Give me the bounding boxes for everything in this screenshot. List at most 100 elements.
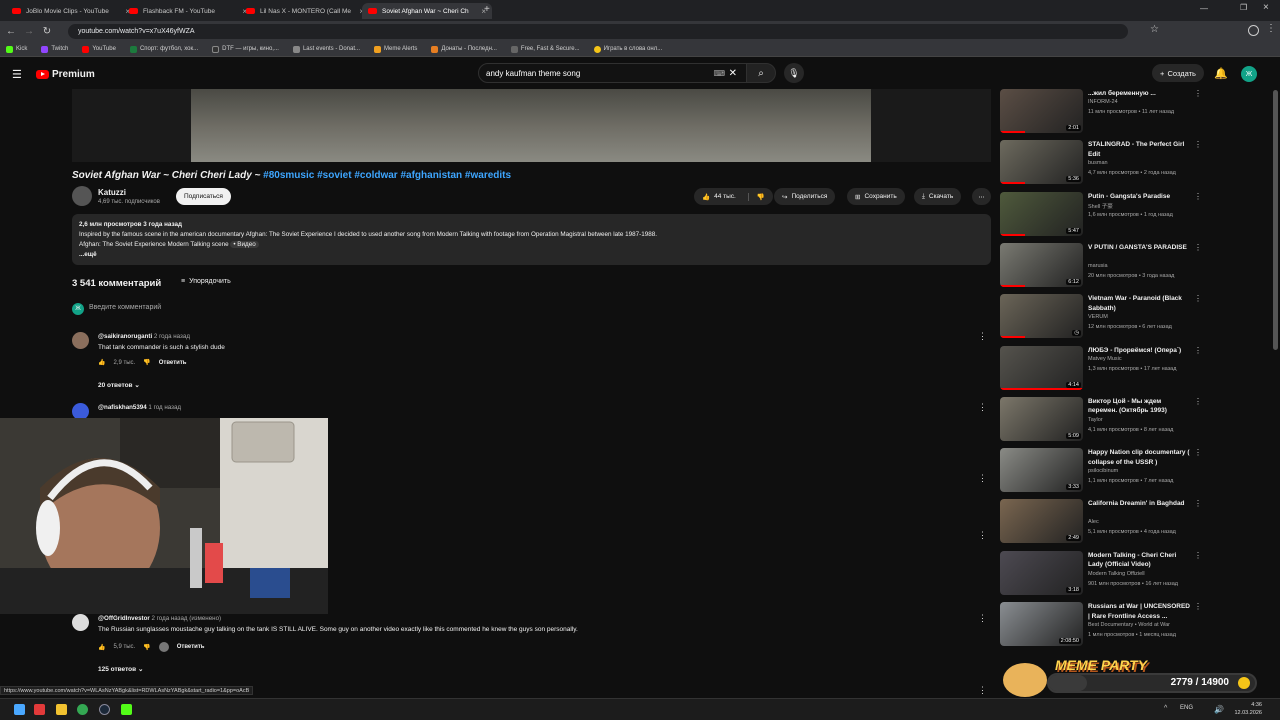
dislike-icon[interactable]: 👎 [143,359,150,366]
related-video-title[interactable]: ЛЮБЭ - Прорвёмся! (Опера`) [1088,346,1192,356]
related-video-item[interactable]: 2:49 California Dreamin' in Baghdad Alec 5,… [1000,499,1202,544]
show-replies-button[interactable]: 20 ответов ⌄ [98,381,140,389]
related-video-title[interactable]: STALINGRAD - The Perfect Girl Edit [1088,140,1192,159]
comment-menu-icon[interactable]: ⋮ [978,402,987,413]
show-replies-button[interactable]: 125 ответов ⌄ [98,665,143,673]
comment-menu-icon[interactable]: ⋮ [978,473,987,484]
file-explorer-icon[interactable] [56,704,67,715]
volume-icon[interactable]: 🔊 [1214,705,1224,714]
bookmark[interactable]: Спорт: футбол, хок... [129,45,198,53]
sort-comments-button[interactable]: ≡ Упорядочить [181,278,231,285]
subscribe-button[interactable]: Подписаться [176,188,231,205]
bookmark[interactable]: Играть в слова онл... [593,45,662,53]
back-icon[interactable]: ← [4,25,18,39]
video-thumbnail[interactable]: 3:18 [1000,550,1083,595]
new-tab-icon[interactable]: + [484,4,490,15]
steam-icon[interactable] [99,704,110,715]
create-button[interactable]: + Создать [1152,64,1204,82]
clear-search-icon[interactable]: ✕ [729,68,737,79]
bookmark[interactable]: Meme Alerts [374,45,417,53]
share-button[interactable]: ↪ Поделиться [774,188,836,205]
browser-tab[interactable]: Flashback FM - YouTube × [123,3,253,19]
video-thumbnail[interactable]: 5:36 [1000,140,1083,185]
related-video-menu-icon[interactable]: ⋮ [1194,602,1202,611]
related-video-channel[interactable]: Alec [1088,519,1099,525]
related-video-item[interactable]: 3:18 Modern Talking - Cheri Cheri Lady (O… [1000,550,1202,595]
video-thumbnail[interactable]: 2:08:50 [1000,602,1083,646]
related-video-title[interactable]: Happy Nation clip documentary ( collapse… [1088,448,1192,467]
profile-icon[interactable] [1248,25,1259,36]
voice-search-button[interactable]: 🎙 [784,63,804,83]
channel-name[interactable]: Katuzzi [98,188,126,197]
reply-button[interactable]: Ответить [159,360,187,366]
comment-avatar[interactable] [72,614,89,631]
page-scrollbar[interactable] [1273,90,1278,350]
comment-author[interactable]: @nafiskhan5394 1 год назад [98,404,181,411]
related-video-title[interactable]: Виктор Цой - Мы ждем перемен. (Октябрь 1… [1088,397,1192,416]
comment-menu-icon[interactable]: ⋮ [978,613,987,624]
video-thumbnail[interactable]: ◷ [1000,294,1083,339]
video-hashtags[interactable]: #80smusic #soviet #coldwar #afghanistan … [263,170,511,181]
browser-tab[interactable]: JoBlo Movie Clips - YouTube × [6,3,136,19]
related-video-menu-icon[interactable]: ⋮ [1194,346,1202,355]
related-video-title[interactable]: ...жил беременную ... [1088,89,1192,99]
related-video-item[interactable]: 6:12 V PUTIN / GANSTA'S PARADISE marusia 20… [1000,242,1202,287]
video-thumbnail[interactable]: 6:12 [1000,242,1083,287]
related-video-channel[interactable]: psilocibinum [1088,468,1118,474]
language-indicator[interactable]: ENG [1180,705,1193,711]
reply-button[interactable]: Ответить [177,644,205,650]
search-button[interactable]: ⌕ [746,63,776,83]
browser-tab[interactable]: Lil Nas X - MONTERO (Call Me× [240,3,370,19]
bookmark[interactable]: Kick [6,45,27,53]
hamburger-menu-icon[interactable]: ☰ [12,68,22,81]
search-input[interactable]: andy kaufman theme song ✕ ⌨ [478,63,748,83]
bookmark[interactable]: Last events - Donat... [292,45,360,53]
save-button[interactable]: ⊞ Сохранить [847,188,905,205]
related-video-title[interactable]: Putin - Gangsta's Paradise [1088,192,1192,202]
bookmark-star-icon[interactable]: ☆ [1150,24,1159,35]
related-video-menu-icon[interactable]: ⋮ [1194,192,1202,201]
related-video-menu-icon[interactable]: ⋮ [1194,89,1202,98]
comment-author[interactable]: @saikiranoruganti 2 года назад [98,333,190,340]
like-icon[interactable]: 👍 [98,644,105,651]
related-video-item[interactable]: 5:47 Putin - Gangsta's Paradise Shell 子豪 1,… [1000,191,1202,236]
related-video-menu-icon[interactable]: ⋮ [1194,448,1202,457]
related-video-item[interactable]: ◷ Vietnam War - Paranoid (Black Sabbath) V… [1000,294,1202,339]
related-video-title[interactable]: Modern Talking - Cheri Cheri Lady (Offic… [1088,551,1192,570]
related-video-menu-icon[interactable]: ⋮ [1194,499,1202,508]
more-actions-button[interactable]: ⋯ [972,188,991,205]
related-video-channel[interactable]: marusia [1088,263,1108,269]
related-video-item[interactable]: 3:33 Happy Nation clip documentary ( coll… [1000,448,1202,493]
related-video-title[interactable]: California Dreamin' in Baghdad [1088,499,1192,509]
video-thumbnail[interactable]: 5:09 [1000,396,1083,441]
menu-icon[interactable]: ⋮ [1266,23,1276,34]
related-video-title[interactable]: V PUTIN / GANSTA'S PARADISE [1088,243,1192,253]
related-video-channel[interactable]: Modern Talking Offiziell [1088,571,1145,577]
comment-menu-icon[interactable]: ⋮ [978,331,987,342]
notifications-bell-icon[interactable]: 🔔 [1214,67,1228,80]
windows-start-icon[interactable] [14,704,25,715]
close-window-icon[interactable]: × [1263,2,1269,13]
show-more-link[interactable]: ...ещё [79,250,984,260]
clock[interactable]: 4:36 12.03.2026 [1224,701,1262,717]
related-video-menu-icon[interactable]: ⋮ [1194,551,1202,560]
user-avatar[interactable]: Ж [1241,66,1257,82]
related-video-menu-icon[interactable]: ⋮ [1194,140,1202,149]
comment-avatar[interactable] [72,332,89,349]
video-description[interactable]: 2,6 млн просмотров 3 года назад Inspired… [72,214,991,265]
like-button[interactable]: 👍 44 тыс. 👎 [694,188,773,205]
dislike-icon[interactable]: 👎 [143,644,150,651]
comment-menu-icon[interactable]: ⋮ [978,530,987,541]
related-video-channel[interactable]: INFORM-24 [1088,99,1118,105]
related-video-channel[interactable]: VERUM [1088,314,1108,320]
related-video-channel[interactable]: Best Documentary • World at War [1088,622,1170,628]
related-video-menu-icon[interactable]: ⋮ [1194,294,1202,303]
video-player[interactable] [72,89,991,162]
comment-menu-icon[interactable]: ⋮ [978,685,987,696]
maximize-icon[interactable]: ❐ [1240,3,1247,12]
url-field[interactable]: youtube.com/watch?v=x7uX46yfWZA [68,24,1128,39]
download-button[interactable]: ⤓ Скачать [914,188,962,205]
related-video-menu-icon[interactable]: ⋮ [1194,243,1202,252]
related-video-item[interactable]: 5:09 Виктор Цой - Мы ждем перемен. (Октяб… [1000,396,1202,441]
video-thumbnail[interactable]: 2:49 [1000,499,1083,544]
